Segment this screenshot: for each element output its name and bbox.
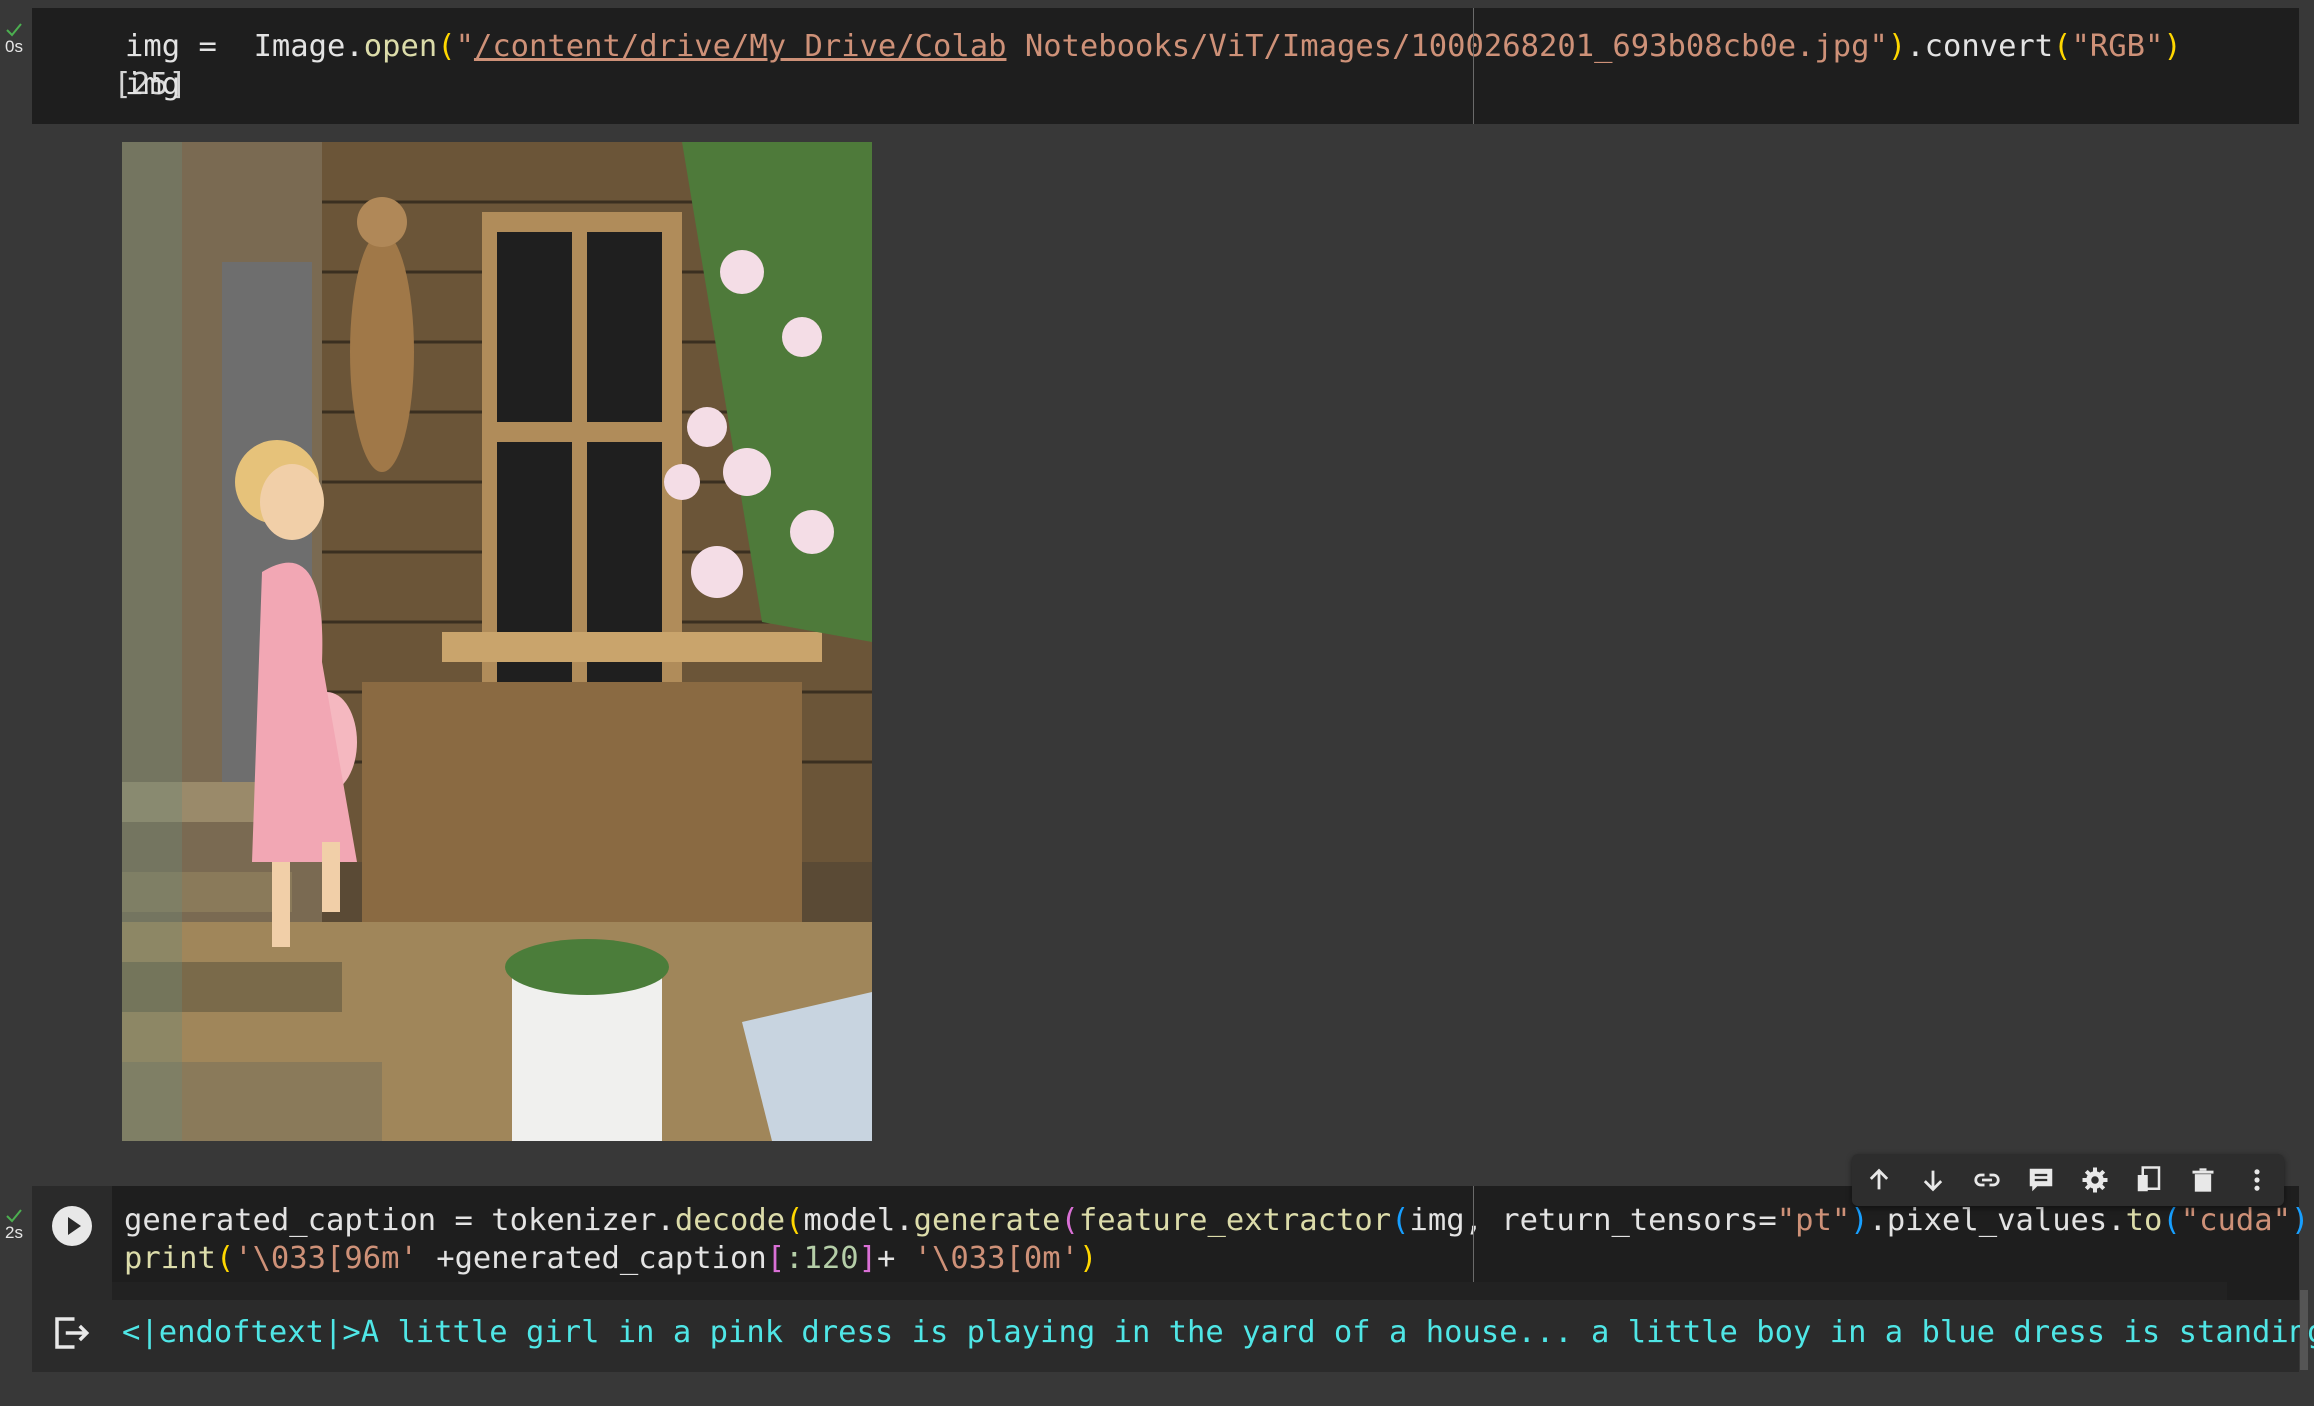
check-icon <box>6 1209 22 1223</box>
cell2-code-line-2: print('\033[96m' +generated_caption[:120… <box>124 1241 1098 1276</box>
cell1-status: 0s <box>0 22 28 56</box>
link-icon[interactable] <box>1969 1162 2005 1198</box>
horizontal-scrollbar[interactable] <box>112 1282 2227 1300</box>
cell1-code-editor[interactable]: [25] img = Image.open("/content/drive/My… <box>32 8 2299 124</box>
cell2-code-line-1: generated_caption = tokenizer.decode(mod… <box>124 1203 2314 1238</box>
output-image <box>122 142 872 1141</box>
ruler-line <box>1473 8 1474 124</box>
trash-icon[interactable] <box>2185 1162 2221 1198</box>
arrow-down-icon[interactable] <box>1915 1162 1951 1198</box>
output-redirect-icon[interactable] <box>50 1312 92 1354</box>
check-icon <box>6 23 22 37</box>
photo-illustration <box>122 142 872 1141</box>
play-icon <box>52 1206 92 1246</box>
cell2-time: 2s <box>5 1223 23 1242</box>
cell2-status: 2s <box>0 1208 28 1242</box>
output-caption-text: <|endoftext|>A little girl in a pink dre… <box>122 1315 2314 1350</box>
arrow-up-icon[interactable] <box>1861 1162 1897 1198</box>
cell1-code-line-1: img = Image.open("/content/drive/My Driv… <box>125 29 2182 64</box>
gear-icon[interactable] <box>2077 1162 2113 1198</box>
run-cell-button[interactable] <box>32 1186 112 1300</box>
more-vert-icon[interactable] <box>2239 1162 2275 1198</box>
mirror-cell-icon[interactable] <box>2131 1162 2167 1198</box>
cell-toolbar <box>1852 1154 2284 1206</box>
cell1-code-line-2: img <box>125 67 181 102</box>
comment-icon[interactable] <box>2023 1162 2059 1198</box>
cell1-time: 0s <box>5 37 23 56</box>
vertical-scrollbar[interactable] <box>2300 1290 2308 1370</box>
path-link[interactable]: /content/drive/My Drive/Colab <box>474 29 1007 64</box>
